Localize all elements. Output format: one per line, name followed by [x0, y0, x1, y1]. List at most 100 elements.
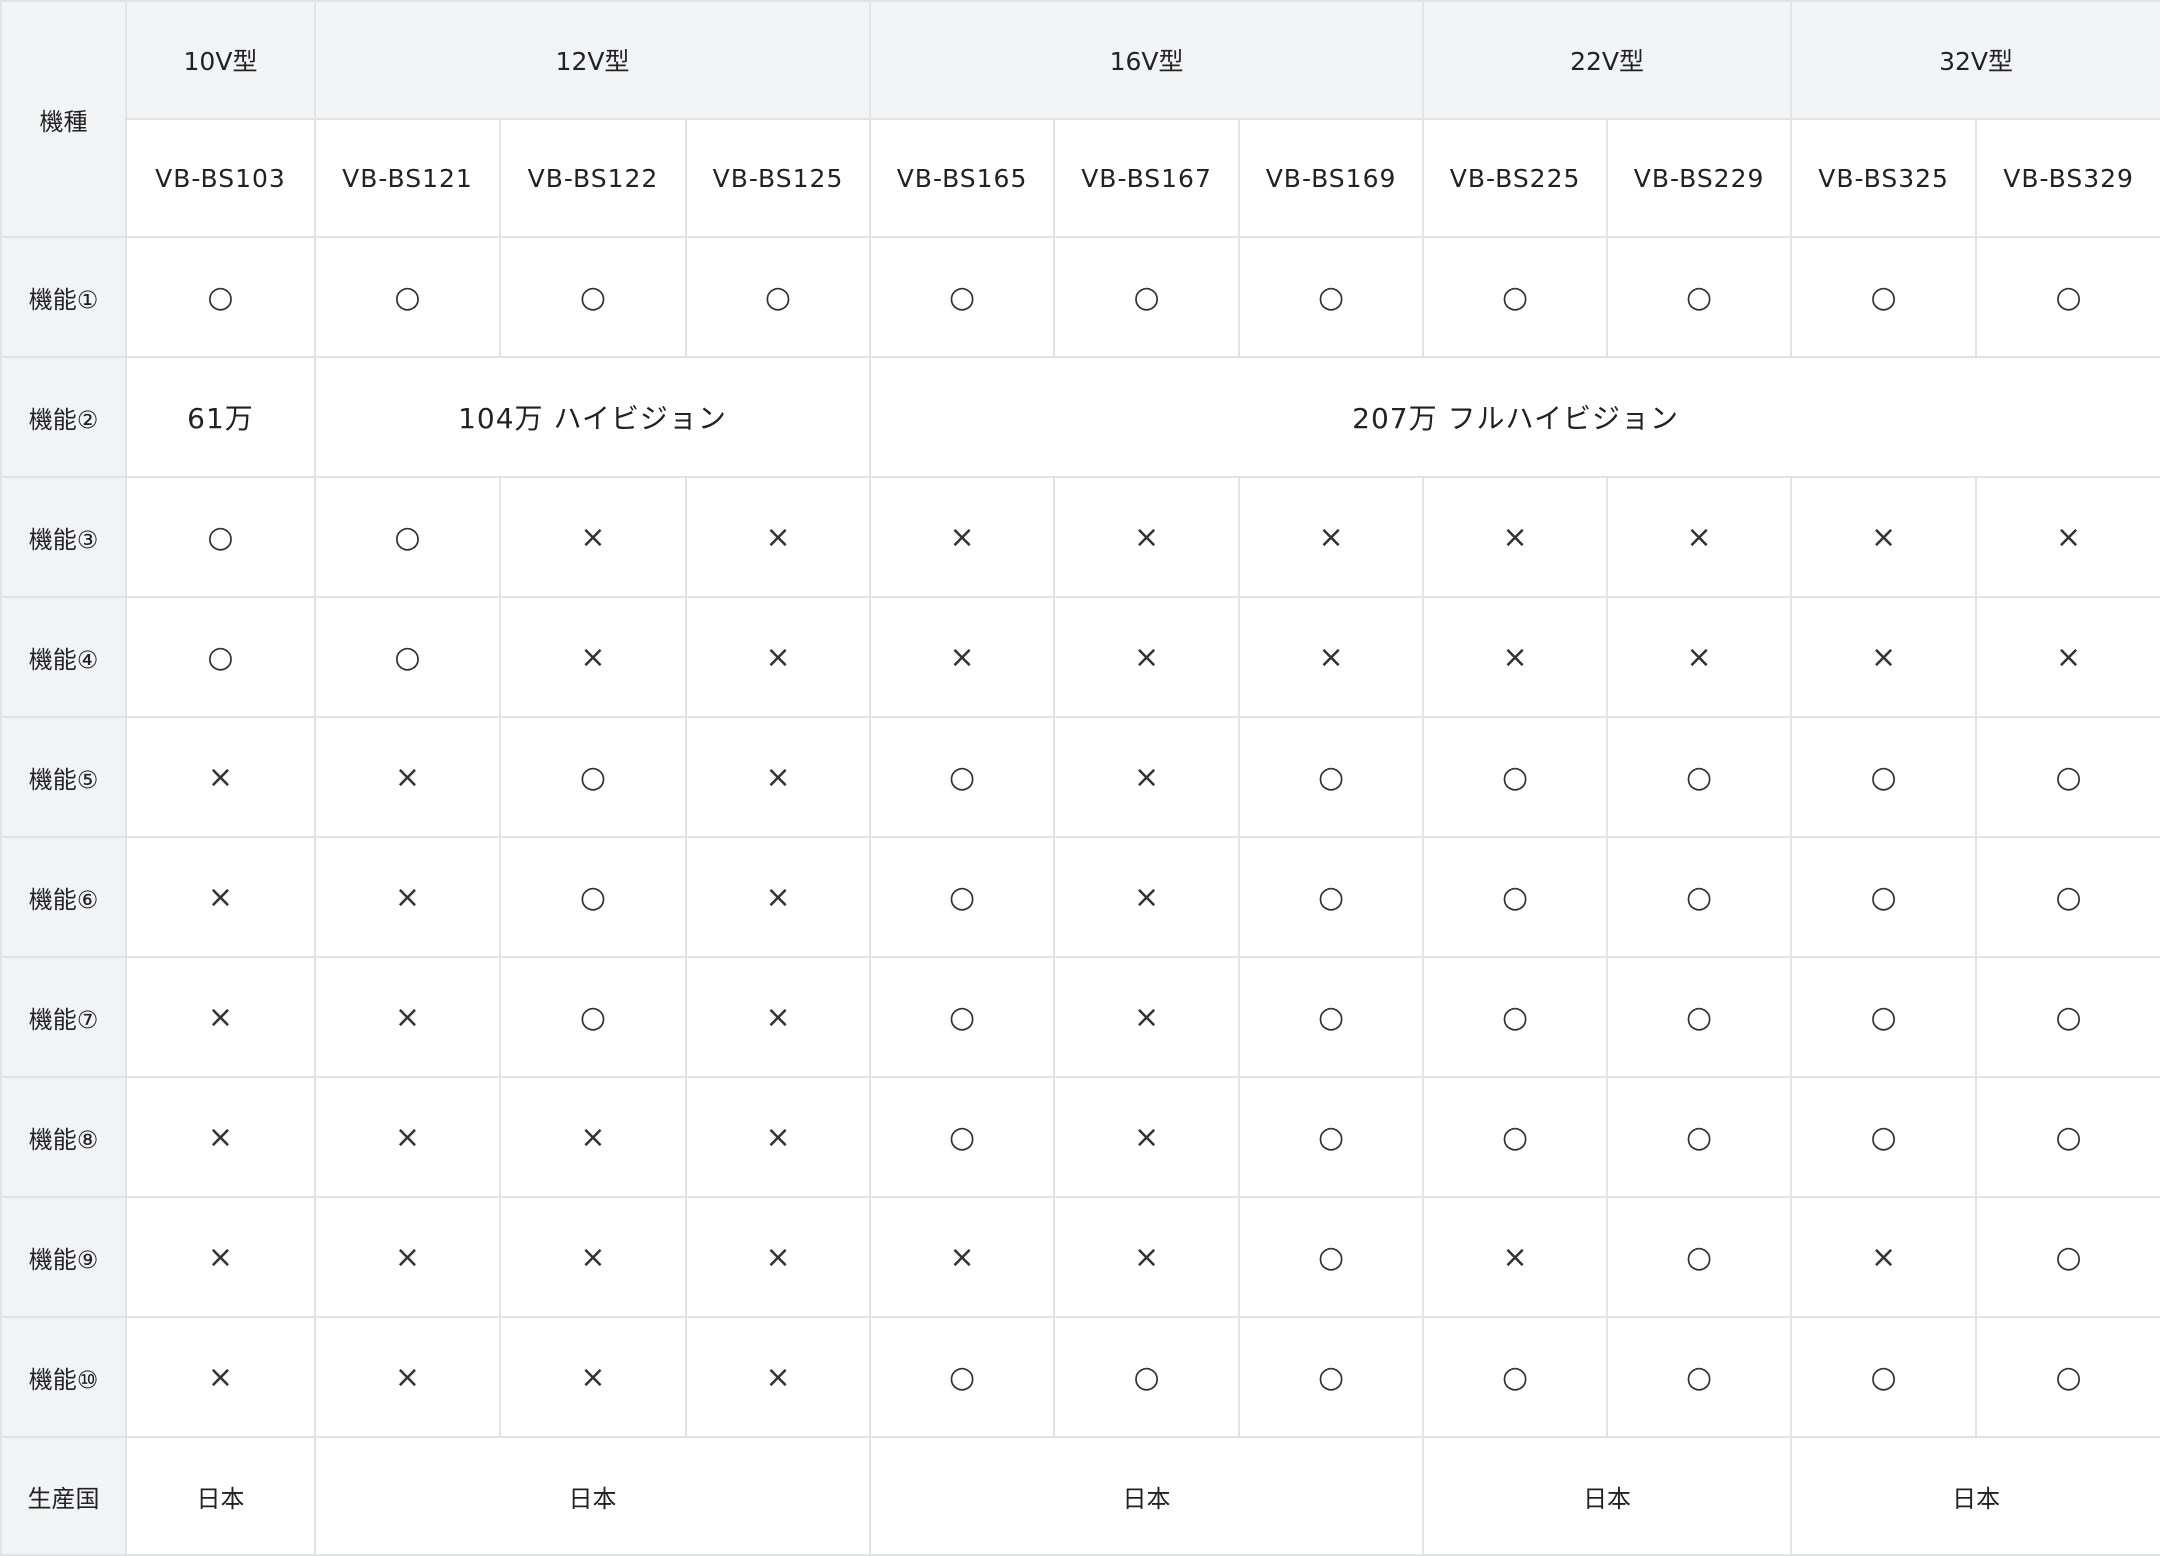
feature-cell: ×: [314, 956, 501, 1078]
feature-cell: ○: [1238, 236, 1425, 358]
feature-cell: ○: [1422, 1076, 1609, 1198]
spec-comparison-table: 機種 10V型 12V型 16V型 22V型 32V型 VB-BS103 VB-…: [0, 0, 2160, 1556]
feature-cell: ○: [1238, 716, 1425, 838]
feature-cell: ○: [1790, 956, 1978, 1078]
feature-cell: ×: [125, 956, 316, 1078]
feature-cell: ×: [1790, 596, 1978, 718]
feature-cell: ×: [1053, 1196, 1241, 1318]
size-header-10v: 10V型: [125, 0, 316, 120]
feature-cell: ×: [499, 596, 687, 718]
feature-cell: ×: [1606, 596, 1793, 718]
country-row: 生産国 日本 日本 日本 日本 日本: [0, 1436, 2160, 1556]
feature-cell: ×: [1422, 476, 1609, 598]
feature-cell: ×: [684, 1316, 872, 1438]
country-cell: 日本: [125, 1436, 316, 1556]
feature-cell: ○: [499, 716, 687, 838]
feature-cell: ○: [1606, 1316, 1793, 1438]
feature-cell: ×: [125, 836, 316, 958]
resolution-cell: 207万 フルハイビジョン: [869, 356, 2160, 478]
size-header-12v: 12V型: [313, 0, 872, 120]
feature-cell: ×: [869, 476, 1056, 598]
country-label: 生産国: [0, 1436, 127, 1556]
feature-cell: ○: [125, 596, 316, 718]
feature-cell: ○: [499, 836, 687, 958]
feature-row-5: 機能⑤ × × ○ × ○ × ○ ○ ○ ○ ○: [0, 716, 2160, 838]
feature-cell: ○: [1975, 1196, 2160, 1318]
country-cell: 日本: [313, 1436, 872, 1556]
resolution-cell: 61万: [125, 356, 316, 478]
feature-cell: ×: [314, 1196, 501, 1318]
feature-row-8: 機能⑧ × × × × ○ × ○ ○ ○ ○ ○: [0, 1076, 2160, 1198]
feature-cell: ○: [1238, 836, 1425, 958]
feature-cell: ○: [869, 1076, 1056, 1198]
feature-cell: ×: [314, 716, 501, 838]
feature-cell: ×: [684, 1196, 872, 1318]
feature-cell: ×: [1238, 476, 1425, 598]
resolution-cell: 104万 ハイビジョン: [313, 356, 872, 478]
feature-label: 機能⑦: [0, 956, 127, 1078]
feature-cell: ○: [869, 1316, 1056, 1438]
model-header: VB-BS169: [1238, 118, 1425, 238]
feature-cell: ○: [1790, 1076, 1978, 1198]
feature-cell: ○: [1053, 1316, 1241, 1438]
feature-cell: ○: [1238, 956, 1425, 1078]
feature-cell: ○: [1238, 1076, 1425, 1198]
feature-cell: ×: [1790, 476, 1978, 598]
feature-cell: ○: [499, 956, 687, 1078]
feature-cell: ×: [684, 836, 872, 958]
model-header: VB-BS103: [125, 118, 316, 238]
feature-row-6: 機能⑥ × × ○ × ○ × ○ ○ ○ ○ ○: [0, 836, 2160, 958]
size-header-32v: 32V型: [1790, 0, 2160, 120]
model-header: VB-BS325: [1790, 118, 1978, 238]
feature-cell: ×: [125, 1316, 316, 1438]
feature-label: 機能⑨: [0, 1196, 127, 1318]
feature-cell: ×: [1053, 716, 1241, 838]
model-header: VB-BS121: [314, 118, 501, 238]
feature-cell: ×: [125, 1076, 316, 1198]
feature-cell: ○: [684, 236, 872, 358]
feature-row-9: 機能⑨ × × × × × × ○ × ○ × ○: [0, 1196, 2160, 1318]
size-header-16v: 16V型: [869, 0, 1425, 120]
feature-cell: ○: [1975, 236, 2160, 358]
feature-cell: ×: [869, 596, 1056, 718]
feature-cell: ○: [1975, 836, 2160, 958]
feature-cell: ○: [314, 476, 501, 598]
feature-label: 機能⑩: [0, 1316, 127, 1438]
feature-cell: ×: [684, 476, 872, 598]
feature-cell: ×: [684, 956, 872, 1078]
feature-cell: ○: [1606, 836, 1793, 958]
feature-cell: ○: [1790, 836, 1978, 958]
feature-cell: ×: [314, 1316, 501, 1438]
feature-cell: ×: [314, 1076, 501, 1198]
feature-cell: ○: [1238, 1196, 1425, 1318]
feature-cell: ○: [1790, 716, 1978, 838]
feature-cell: ×: [1053, 1076, 1241, 1198]
feature-cell: ×: [684, 716, 872, 838]
feature-label: 機能④: [0, 596, 127, 718]
feature-cell: ○: [1422, 236, 1609, 358]
feature-cell: ○: [1238, 1316, 1425, 1438]
model-header: VB-BS165: [869, 118, 1056, 238]
corner-label: 機種: [0, 0, 127, 238]
feature-cell: ×: [1053, 836, 1241, 958]
feature-label: 機能⑥: [0, 836, 127, 958]
feature-label: 機能⑧: [0, 1076, 127, 1198]
feature-cell: ×: [1790, 1196, 1978, 1318]
model-header: VB-BS122: [499, 118, 687, 238]
feature-cell: ×: [1053, 476, 1241, 598]
feature-cell: ×: [869, 1196, 1056, 1318]
feature-cell: ○: [1606, 716, 1793, 838]
feature-cell: ○: [314, 596, 501, 718]
feature-cell: ×: [684, 596, 872, 718]
feature-cell: ○: [1422, 956, 1609, 1078]
feature-cell: ○: [869, 836, 1056, 958]
model-header: VB-BS225: [1422, 118, 1609, 238]
feature-cell: ×: [499, 1196, 687, 1318]
feature-cell: ○: [1422, 716, 1609, 838]
feature-cell: ○: [869, 236, 1056, 358]
model-header: VB-BS229: [1606, 118, 1793, 238]
feature-label: 機能③: [0, 476, 127, 598]
feature-cell: ×: [499, 1076, 687, 1198]
feature-label: 機能②: [0, 356, 127, 478]
feature-cell: ○: [1606, 1196, 1793, 1318]
